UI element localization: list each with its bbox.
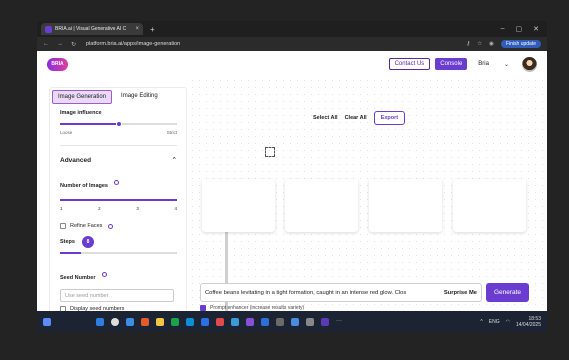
app-icon[interactable] [141,317,149,326]
result-placeholder-card[interactable] [369,179,442,232]
system-tray: ^ ENG ◠ 18:53 14/04/2025 [480,316,541,328]
chevron-up-icon[interactable]: ⌃ [172,156,177,164]
surprise-me-button[interactable]: Surprise Me [444,290,477,296]
tab-close-icon[interactable]: × [135,26,139,32]
app-icon[interactable] [276,317,284,326]
tick-1: 1 [60,206,63,211]
panel-scroll-content: Image influence Loose Strict Advanced ⌃ … [50,110,187,332]
app-icon[interactable] [216,317,224,326]
tick-3: 3 [136,206,139,211]
chevron-up-icon[interactable]: ^ [480,319,482,325]
minimize-button[interactable]: – [501,25,505,33]
more-icon[interactable]: ··· [336,318,342,326]
tab-title: BRIA.ai | Visual Generative AI C [55,26,127,32]
result-placeholder-card[interactable] [453,179,526,232]
url-field[interactable]: platform.bria.ai/apps/image-generation [86,41,180,47]
avatar[interactable] [522,56,537,72]
browser-tab[interactable]: BRIA.ai | Visual Generative AI C × [41,23,143,35]
contact-us-button[interactable]: Contact Us [388,58,431,70]
chrome-icon[interactable] [231,317,239,326]
prompt-input[interactable]: Coffee beans levitating in a tight forma… [200,283,482,302]
image-influence-label: Image influence [60,110,102,116]
search-icon[interactable] [111,317,119,326]
number-of-images-slider[interactable] [60,199,177,201]
close-window-button[interactable]: ✕ [533,25,539,33]
info-icon[interactable] [101,272,107,278]
maximize-button[interactable]: ▢ [516,25,523,33]
address-bar: ← → ↻ platform.bria.ai/apps/image-genera… [37,37,547,51]
lang-indicator[interactable]: ENG [489,319,500,325]
prompt-text[interactable]: Coffee beans levitating in a tight forma… [205,290,435,296]
user-name: Bria [478,61,489,67]
number-of-images-label: Number of Images [60,183,108,189]
steps-label: Steps [60,239,75,245]
tab-image-generation[interactable]: Image Generation [52,90,113,104]
generate-button[interactable]: Generate [486,283,529,302]
app-icon[interactable] [186,317,194,326]
bria-logo[interactable]: BRIA [47,57,68,71]
settings-icon[interactable] [306,317,314,326]
wifi-icon[interactable]: ◠ [506,319,510,325]
back-icon[interactable]: ← [43,41,49,48]
refine-faces-label: Refine Faces [70,223,103,229]
browser-tab-bar: BRIA.ai | Visual Generative AI C × + – ▢… [37,21,547,37]
app-icon[interactable] [171,317,179,326]
seed-input[interactable]: Use seed number [60,289,174,302]
selection-cursor-icon [265,147,275,157]
app-icon[interactable] [291,317,299,326]
tick-4: 4 [174,206,177,211]
key-icon[interactable]: ⚷ [466,41,470,47]
result-placeholder-card[interactable] [285,179,358,232]
app-icon[interactable] [321,317,329,326]
strict-label: Strict [166,130,177,135]
tick-2: 2 [98,206,101,211]
image-influence-slider[interactable] [60,121,177,127]
results-toolbar: Select All Clear All Export [313,111,406,125]
chevron-down-icon[interactable]: ⌄ [504,61,509,68]
taskbar: ··· ^ ENG ◠ 18:53 14/04/2025 [37,311,547,332]
export-button[interactable]: Export [373,111,406,125]
task-view-icon[interactable] [126,317,134,326]
info-icon[interactable] [108,223,114,229]
new-tab-button[interactable]: + [150,25,155,34]
finish-update-button[interactable]: Finish update [500,40,541,48]
date: 14/04/2025 [515,321,541,328]
tab-image-editing[interactable]: Image Editing [116,90,163,104]
steps-slider[interactable] [60,252,177,254]
app-header: BRIA Contact Us Console Bria ⌄ [37,51,547,77]
select-all-button[interactable]: Select All [313,115,338,121]
refine-faces-checkbox[interactable]: Refine Faces [60,223,177,229]
star-icon[interactable]: ☆ [477,41,482,47]
settings-panel: Image Generation Image Editing Image inf… [49,87,228,332]
clock[interactable]: 18:53 14/04/2025 [516,316,541,328]
loose-label: Loose [60,130,73,135]
info-icon[interactable] [114,180,120,186]
advanced-label: Advanced [60,156,92,164]
checkbox-icon[interactable] [60,223,66,229]
bria-favicon-icon [45,25,52,33]
steps-value-bubble: 8 [82,236,94,248]
app-icon[interactable] [201,317,209,326]
app-icon[interactable] [246,317,254,326]
result-placeholder-card[interactable] [202,179,275,232]
console-button[interactable]: Console [435,58,468,70]
seed-number-label: Seed Number [60,275,96,281]
clear-all-button[interactable]: Clear All [345,115,367,121]
browser-window: BRIA.ai | Visual Generative AI C × + – ▢… [37,21,547,332]
profile-icon[interactable]: ◉ [489,41,494,47]
reload-icon[interactable]: ↻ [71,41,76,48]
forward-icon[interactable]: → [57,41,63,48]
vscode-icon[interactable] [261,317,269,326]
weather-icon[interactable] [43,317,51,326]
image-influence-knob[interactable] [115,121,122,127]
windows-start-icon[interactable] [96,317,104,326]
advanced-toggle[interactable]: Advanced ⌃ [60,156,177,165]
file-explorer-icon[interactable] [156,317,164,326]
